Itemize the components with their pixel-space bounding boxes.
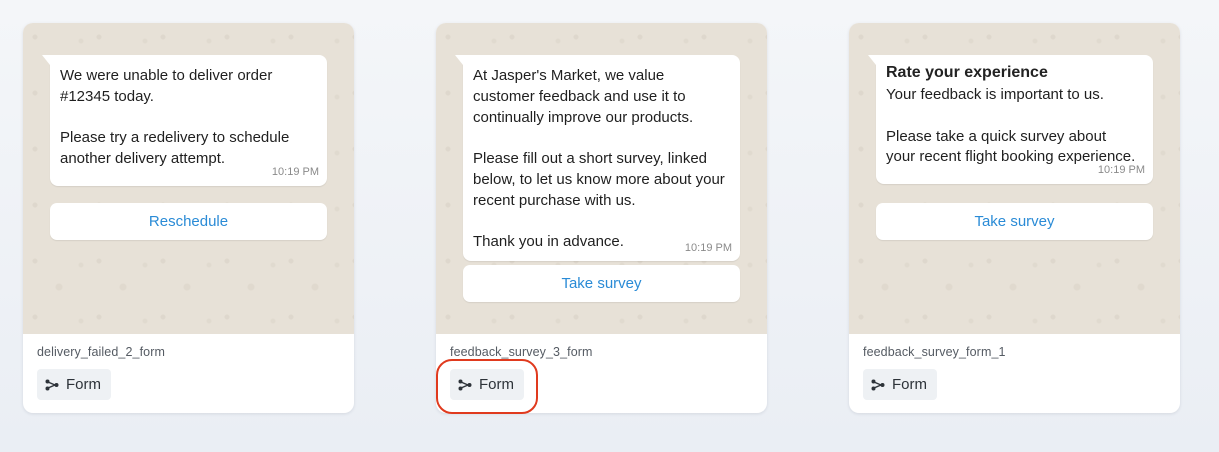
message-preview: Rate your experience Your feedback is im… bbox=[849, 23, 1180, 334]
message-body: We were unable to deliver order #12345 t… bbox=[60, 67, 290, 168]
message-body: Your feedback is important to us. Please… bbox=[886, 86, 1136, 166]
reschedule-button[interactable]: Reschedule bbox=[50, 203, 327, 240]
message-timestamp: 10:19 PM bbox=[684, 242, 732, 255]
template-name: feedback_survey_form_1 bbox=[863, 345, 1006, 359]
flow-icon bbox=[458, 379, 472, 391]
template-type-label: Form bbox=[479, 376, 514, 393]
template-type-chip[interactable]: Form bbox=[37, 369, 111, 400]
template-name: feedback_survey_3_form bbox=[450, 345, 593, 359]
take-survey-button[interactable]: Take survey bbox=[463, 265, 740, 302]
take-survey-button[interactable]: Take survey bbox=[876, 203, 1153, 240]
message-bubble: At Jasper's Market, we value customer fe… bbox=[455, 55, 740, 262]
message-preview: At Jasper's Market, we value customer fe… bbox=[436, 23, 767, 334]
template-type-label: Form bbox=[892, 376, 927, 393]
flow-icon bbox=[871, 379, 885, 391]
message-bubble: We were unable to deliver order #12345 t… bbox=[42, 55, 327, 186]
message-header: Rate your experience bbox=[886, 64, 1048, 81]
template-card-feedback-survey-form-1[interactable]: Rate your experience Your feedback is im… bbox=[849, 23, 1180, 413]
message-body: At Jasper's Market, we value customer fe… bbox=[473, 67, 725, 251]
flow-icon bbox=[45, 379, 59, 391]
message-preview: We were unable to deliver order #12345 t… bbox=[23, 23, 354, 334]
template-type-chip[interactable]: Form bbox=[863, 369, 937, 400]
template-card-feedback-survey-3[interactable]: At Jasper's Market, we value customer fe… bbox=[436, 23, 767, 413]
template-name: delivery_failed_2_form bbox=[37, 345, 165, 359]
message-bubble: Rate your experience Your feedback is im… bbox=[868, 55, 1153, 185]
template-card-delivery-failed[interactable]: We were unable to deliver order #12345 t… bbox=[23, 23, 354, 413]
template-type-label: Form bbox=[66, 376, 101, 393]
template-type-chip[interactable]: Form bbox=[450, 369, 524, 400]
